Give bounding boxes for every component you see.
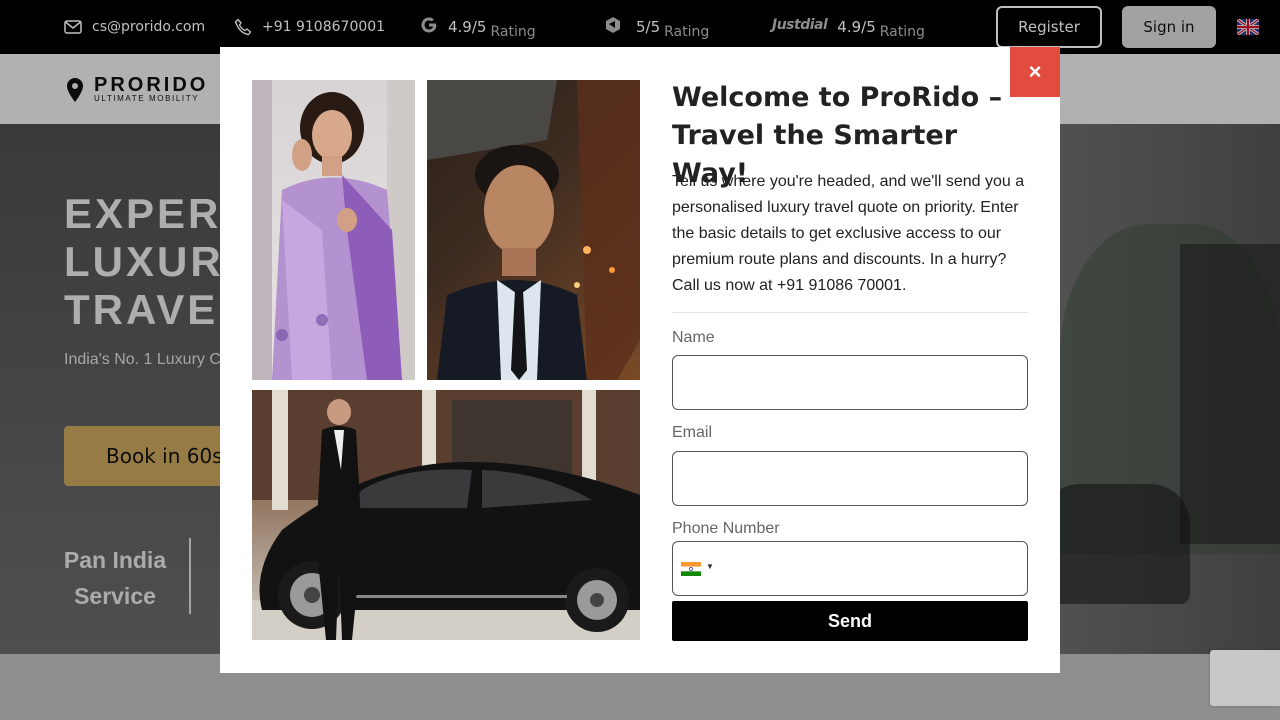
- photo-woman-phone: [252, 80, 415, 380]
- india-flag-icon[interactable]: [681, 562, 701, 576]
- name-input[interactable]: [672, 355, 1028, 410]
- send-button[interactable]: Send: [672, 601, 1028, 641]
- email-label: Email: [672, 424, 713, 441]
- photo-chauffeur-car: [252, 390, 640, 640]
- quote-modal: × Welcome to ProRido – Travel the Smarte…: [220, 47, 1060, 673]
- modal-divider: [672, 312, 1028, 313]
- recaptcha-badge[interactable]: [1210, 650, 1280, 706]
- name-label: Name: [672, 329, 715, 346]
- close-button[interactable]: ×: [1010, 47, 1060, 97]
- photo-man-in-car: [427, 80, 640, 380]
- country-dropdown-caret-icon[interactable]: ▼: [706, 562, 714, 571]
- email-input[interactable]: [672, 451, 1028, 506]
- modal-description: Tell us where you're headed, and we'll s…: [672, 173, 1025, 294]
- phone-input[interactable]: [672, 541, 1028, 596]
- phone-label: Phone Number: [672, 520, 780, 537]
